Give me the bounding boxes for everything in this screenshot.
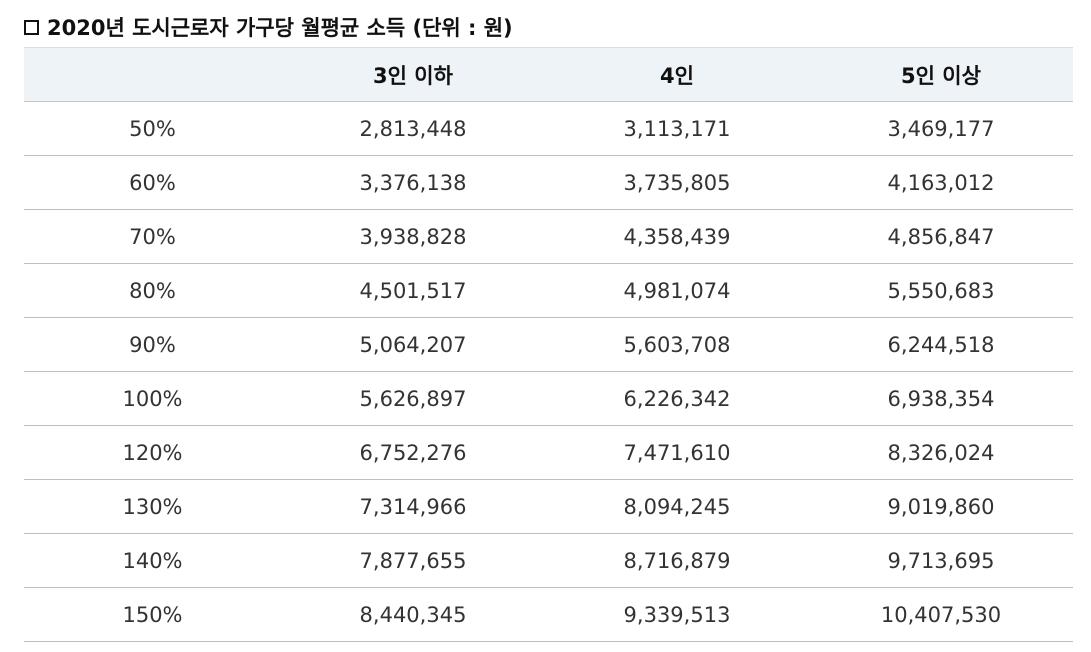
table-row: 70% 3,938,828 4,358,439 4,856,847 bbox=[24, 209, 1073, 264]
value-cell-5-or-more: 6,244,518 bbox=[809, 317, 1073, 372]
row-label-cell: 100% bbox=[24, 371, 281, 426]
value-cell-4: 4,981,074 bbox=[545, 263, 809, 318]
row-label-cell: 130% bbox=[24, 479, 281, 534]
table-row: 130% 7,314,966 8,094,245 9,019,860 bbox=[24, 479, 1073, 534]
row-label-cell: 50% bbox=[24, 101, 281, 156]
value-cell-4: 7,471,610 bbox=[545, 425, 809, 480]
value-cell-4: 8,094,245 bbox=[545, 479, 809, 534]
value-cell-5-or-more: 3,469,177 bbox=[809, 101, 1073, 156]
header-cell-5-or-more: 5인 이상 bbox=[809, 47, 1073, 102]
table-row: 140% 7,877,655 8,716,879 9,713,695 bbox=[24, 533, 1073, 588]
row-label-cell: 140% bbox=[24, 533, 281, 588]
value-cell-4: 4,358,439 bbox=[545, 209, 809, 264]
table-title: 2020년 도시근로자 가구당 월평균 소득 (단위 : 원) bbox=[24, 12, 513, 42]
table-row: 120% 6,752,276 7,471,610 8,326,024 bbox=[24, 425, 1073, 480]
value-cell-3-or-less: 3,376,138 bbox=[281, 155, 545, 210]
table-row: 90% 5,064,207 5,603,708 6,244,518 bbox=[24, 317, 1073, 372]
value-cell-5-or-more: 9,019,860 bbox=[809, 479, 1073, 534]
value-cell-4: 9,339,513 bbox=[545, 587, 809, 642]
value-cell-4: 5,603,708 bbox=[545, 317, 809, 372]
row-label-cell: 150% bbox=[24, 587, 281, 642]
checkbox-square-icon bbox=[24, 19, 39, 35]
table-title-text: 2020년 도시근로자 가구당 월평균 소득 (단위 : 원) bbox=[47, 16, 513, 40]
value-cell-5-or-more: 10,407,530 bbox=[809, 587, 1073, 642]
value-cell-3-or-less: 8,440,345 bbox=[281, 587, 545, 642]
header-row: 3인 이하 4인 5인 이상 bbox=[24, 47, 1073, 102]
value-cell-5-or-more: 6,938,354 bbox=[809, 371, 1073, 426]
value-cell-3-or-less: 6,752,276 bbox=[281, 425, 545, 480]
value-cell-5-or-more: 9,713,695 bbox=[809, 533, 1073, 588]
table-row: 60% 3,376,138 3,735,805 4,163,012 bbox=[24, 155, 1073, 210]
value-cell-4: 8,716,879 bbox=[545, 533, 809, 588]
income-table: 3인 이하 4인 5인 이상 50% 2,813,448 3,113,171 3,46… bbox=[24, 47, 1073, 642]
value-cell-5-or-more: 4,856,847 bbox=[809, 209, 1073, 264]
row-label-cell: 70% bbox=[24, 209, 281, 264]
value-cell-5-or-more: 5,550,683 bbox=[809, 263, 1073, 318]
value-cell-4: 3,113,171 bbox=[545, 101, 809, 156]
header-cell-3-or-less: 3인 이하 bbox=[281, 47, 545, 102]
row-label-cell: 90% bbox=[24, 317, 281, 372]
table-row: 150% 8,440,345 9,339,513 10,407,530 bbox=[24, 587, 1073, 642]
header-cell-4: 4인 bbox=[545, 47, 809, 102]
value-cell-3-or-less: 3,938,828 bbox=[281, 209, 545, 264]
row-label-cell: 80% bbox=[24, 263, 281, 318]
value-cell-3-or-less: 7,877,655 bbox=[281, 533, 545, 588]
value-cell-5-or-more: 4,163,012 bbox=[809, 155, 1073, 210]
table-row: 100% 5,626,897 6,226,342 6,938,354 bbox=[24, 371, 1073, 426]
value-cell-4: 3,735,805 bbox=[545, 155, 809, 210]
table-header: 3인 이하 4인 5인 이상 bbox=[24, 47, 1073, 102]
table-body: 50% 2,813,448 3,113,171 3,469,177 60% 3,376,1… bbox=[24, 101, 1073, 642]
header-cell-percent bbox=[24, 47, 281, 102]
value-cell-3-or-less: 5,064,207 bbox=[281, 317, 545, 372]
table-row: 50% 2,813,448 3,113,171 3,469,177 bbox=[24, 101, 1073, 156]
value-cell-4: 6,226,342 bbox=[545, 371, 809, 426]
value-cell-3-or-less: 2,813,448 bbox=[281, 101, 545, 156]
value-cell-3-or-less: 4,501,517 bbox=[281, 263, 545, 318]
value-cell-3-or-less: 7,314,966 bbox=[281, 479, 545, 534]
row-label-cell: 60% bbox=[24, 155, 281, 210]
value-cell-5-or-more: 8,326,024 bbox=[809, 425, 1073, 480]
table-row: 80% 4,501,517 4,981,074 5,550,683 bbox=[24, 263, 1073, 318]
page: 2020년 도시근로자 가구당 월평균 소득 (단위 : 원) 3인 이하 4인… bbox=[0, 0, 1091, 652]
row-label-cell: 120% bbox=[24, 425, 281, 480]
value-cell-3-or-less: 5,626,897 bbox=[281, 371, 545, 426]
